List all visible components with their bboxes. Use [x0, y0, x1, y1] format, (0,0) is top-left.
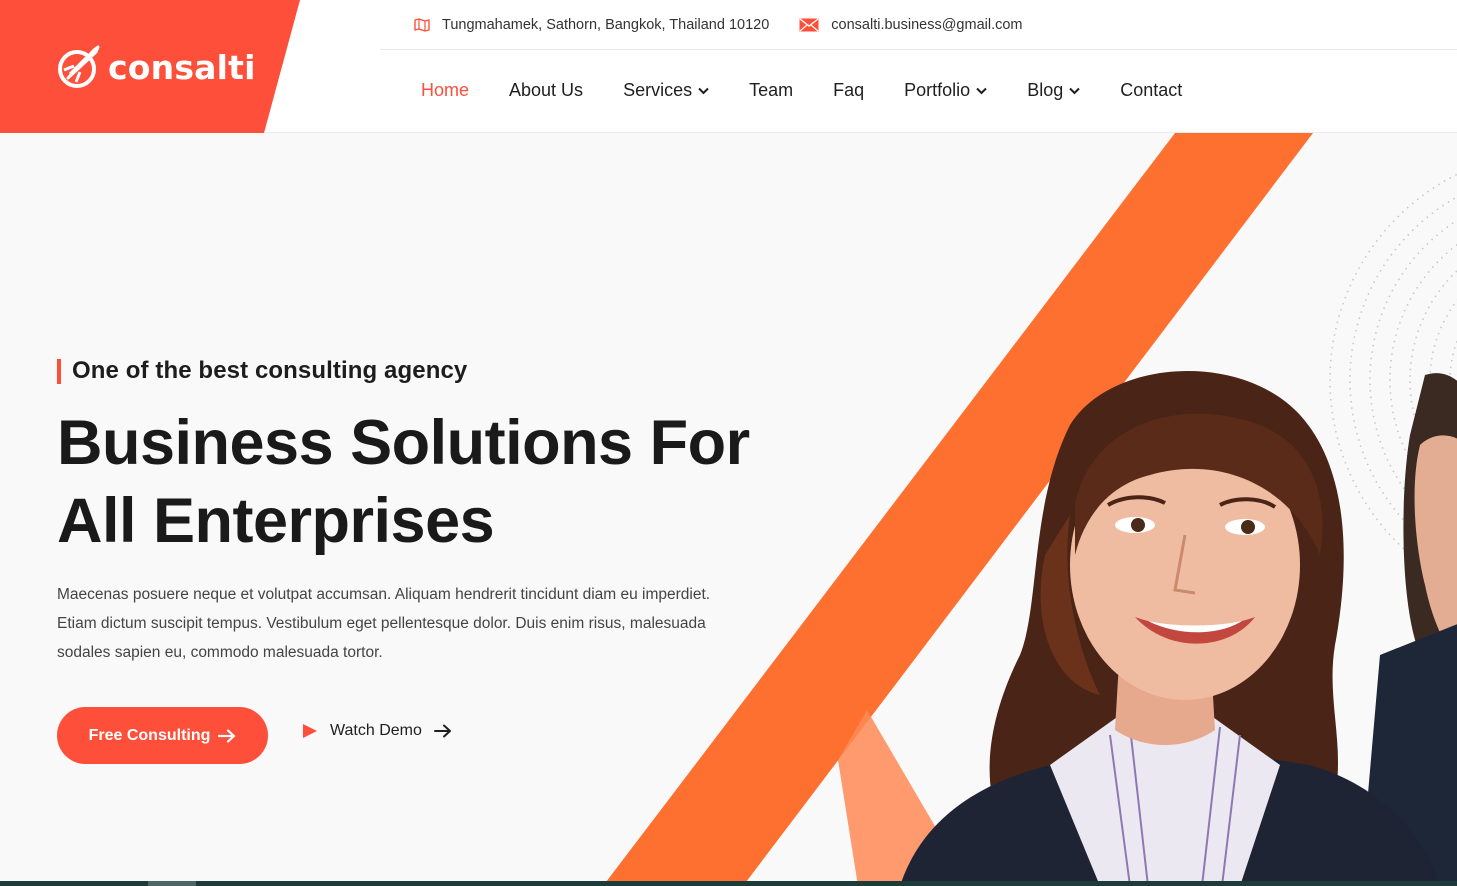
chevron-down-icon	[1069, 87, 1080, 94]
nav-team[interactable]: Team	[749, 80, 793, 101]
nav-home[interactable]: Home	[421, 80, 469, 101]
envelope-icon	[799, 17, 819, 31]
nav-blog[interactable]: Blog	[1027, 80, 1080, 101]
eyebrow-text: One of the best consulting agency	[72, 357, 468, 384]
brand-name: consalti	[108, 47, 256, 87]
hero-person-image	[880, 355, 1457, 886]
top-info-bar: Tungmahamek, Sathorn, Bangkok, Thailand …	[380, 0, 1457, 50]
watch-demo-label: Watch Demo	[330, 722, 422, 739]
eyebrow-accent-bar	[57, 358, 61, 384]
hero-title-line2: All Enterprises	[57, 486, 495, 556]
nav-faq[interactable]: Faq	[833, 80, 864, 101]
free-consulting-label: Free Consulting	[88, 726, 211, 744]
watch-demo-link[interactable]: Watch Demo	[302, 722, 452, 740]
chevron-down-icon	[698, 87, 709, 94]
map-icon	[414, 17, 430, 32]
address-text: Tungmahamek, Sathorn, Bangkok, Thailand …	[442, 16, 770, 33]
hero-title-line1: Business Solutions For	[57, 408, 750, 478]
chevron-down-icon	[976, 87, 987, 94]
nav-about-us[interactable]: About Us	[509, 80, 583, 101]
bottom-section-edge	[0, 881, 1457, 886]
hero-description: Maecenas posuere neque et volutpat accum…	[57, 586, 711, 661]
main-nav: Home About Us Services Team Faq Portfoli…	[421, 80, 1182, 101]
email-text: consalti.business@gmail.com	[831, 16, 1023, 33]
nav-services[interactable]: Services	[623, 80, 709, 101]
arrow-right-icon	[433, 724, 451, 738]
rocket-logo-icon	[58, 45, 100, 88]
address-info: Tungmahamek, Sathorn, Bangkok, Thailand …	[414, 17, 769, 33]
nav-contact[interactable]: Contact	[1120, 80, 1182, 101]
site-header: consalti Tungmahamek, Sathorn, Bangkok, …	[0, 0, 1457, 133]
hero-title: Business Solutions For All Enterprises	[57, 404, 777, 560]
free-consulting-button[interactable]: Free Consulting	[57, 707, 268, 764]
email-info[interactable]: consalti.business@gmail.com	[799, 16, 1023, 33]
scroll-thumb	[148, 881, 196, 886]
brand-logo[interactable]: consalti	[56, 44, 256, 90]
play-icon	[303, 724, 317, 738]
nav-portfolio[interactable]: Portfolio	[904, 80, 987, 101]
arrow-right-icon	[218, 728, 236, 743]
hero-eyebrow: One of the best consulting agency	[57, 357, 467, 385]
